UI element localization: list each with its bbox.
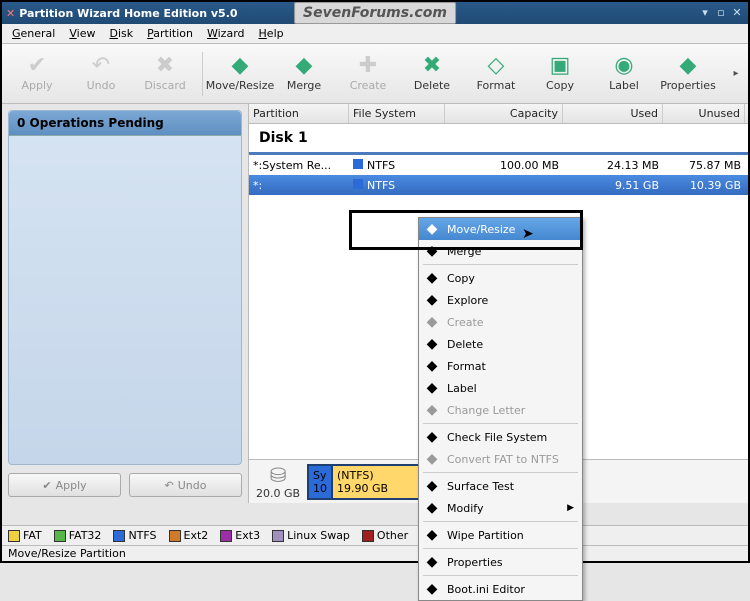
disk-size: 20.0 GB	[256, 487, 300, 500]
watermark: SevenForums.com	[294, 2, 456, 24]
toolbar-format-button[interactable]: ◇Format	[465, 48, 527, 100]
merge-icon: ◆	[296, 55, 313, 77]
menu-item-convert-fat-to-ntfs: ◆Convert FAT to NTFS	[419, 448, 582, 470]
legend-fat32: FAT32	[54, 529, 102, 542]
toolbar-apply-button: ✔Apply	[6, 48, 68, 100]
toolbar-merge-button[interactable]: ◆Merge	[273, 48, 335, 100]
toolbar-properties-button[interactable]: ◆Properties	[657, 48, 719, 100]
maximize-button[interactable]: ▫	[714, 6, 728, 20]
menu-icon: ◆	[423, 581, 441, 597]
menu-disk[interactable]: Disk	[103, 25, 139, 42]
menu-icon: ◆	[423, 402, 441, 418]
menu-item-label[interactable]: ◆Label	[419, 377, 582, 399]
col-partition[interactable]: Partition	[249, 104, 349, 123]
menu-icon: ◆	[423, 500, 441, 516]
menu-item-delete[interactable]: ◆Delete	[419, 333, 582, 355]
menu-icon: ◆	[423, 527, 441, 543]
col-filesystem[interactable]: File System	[349, 104, 445, 123]
format-icon: ◇	[488, 55, 505, 77]
operations-header: 0 Operations Pending	[9, 111, 241, 136]
menu-icon: ◆	[423, 358, 441, 374]
toolbar-create-button: ✚Create	[337, 48, 399, 100]
menu-help[interactable]: Help	[253, 25, 290, 42]
col-capacity[interactable]: Capacity	[445, 104, 563, 123]
disk-title: Disk 1	[249, 124, 748, 155]
menu-icon: ◆	[423, 243, 441, 259]
title-bar: ✕ Partition Wizard Home Edition v5.0 Sev…	[2, 2, 748, 24]
menu-icon: ◆	[423, 554, 441, 570]
legend: FATFAT32NTFSExt2Ext3Linux SwapOtherUsedU	[2, 525, 748, 545]
operations-pane: 0 Operations Pending ✔Apply ↶Undo	[2, 104, 248, 503]
undo-pending-button[interactable]: ↶Undo	[129, 473, 242, 497]
menu-general[interactable]: General	[6, 25, 61, 42]
menu-bar: General View Disk Partition Wizard Help	[2, 24, 748, 44]
menu-icon: ◆	[423, 451, 441, 467]
toolbar-overflow-button[interactable]: ▸	[728, 68, 744, 79]
status-bar: Move/Resize Partition	[2, 545, 748, 561]
delete-icon: ✖	[423, 55, 441, 77]
menu-icon: ◆	[423, 314, 441, 330]
menu-item-change-letter: ◆Change Letter	[419, 399, 582, 421]
menu-icon: ◆	[423, 429, 441, 445]
legend-other: Other	[362, 529, 408, 542]
undo-icon: ↶	[92, 55, 110, 77]
discard-icon: ✖	[156, 55, 174, 77]
col-used[interactable]: Used	[563, 104, 663, 123]
toolbar-move-resize-button[interactable]: ◆Move/Resize	[209, 48, 271, 100]
close-button[interactable]: ✕	[730, 6, 744, 20]
menu-icon: ◆	[423, 478, 441, 494]
undo-icon: ↶	[165, 479, 174, 492]
apply-icon: ✔	[28, 55, 46, 77]
close-icon[interactable]: ✕	[6, 7, 15, 20]
legend-linux-swap: Linux Swap	[272, 529, 350, 542]
menu-item-copy[interactable]: ◆Copy	[419, 267, 582, 289]
menu-icon: ◆	[423, 336, 441, 352]
check-icon: ✔	[42, 479, 51, 492]
properties-icon: ◆	[680, 55, 697, 77]
menu-icon: ◆	[423, 292, 441, 308]
legend-ext2: Ext2	[169, 529, 209, 542]
partition-row[interactable]: *: NTFS 9.51 GB 10.39 GB	[249, 175, 748, 195]
toolbar-undo-button: ↶Undo	[70, 48, 132, 100]
menu-item-boot-ini-editor[interactable]: ◆Boot.ini Editor	[419, 578, 582, 600]
menu-item-format[interactable]: ◆Format	[419, 355, 582, 377]
copy-icon: ▣	[550, 55, 571, 77]
col-unused[interactable]: Unused	[663, 104, 745, 123]
apply-pending-button[interactable]: ✔Apply	[8, 473, 121, 497]
disk-seg-system[interactable]: Sy10	[309, 466, 333, 498]
label-icon: ◉	[614, 55, 633, 77]
menu-item-merge[interactable]: ◆Merge	[419, 240, 582, 262]
create-icon: ✚	[359, 55, 377, 77]
legend-ntfs: NTFS	[113, 529, 156, 542]
window-title: Partition Wizard Home Edition v5.0	[19, 7, 237, 20]
menu-item-check-file-system[interactable]: ◆Check File System	[419, 426, 582, 448]
menu-item-explore[interactable]: ◆Explore	[419, 289, 582, 311]
menu-item-modify[interactable]: ◆Modify▶	[419, 497, 582, 519]
menu-item-wipe-partition[interactable]: ◆Wipe Partition	[419, 524, 582, 546]
toolbar-delete-button[interactable]: ✖Delete	[401, 48, 463, 100]
legend-ext3: Ext3	[220, 529, 260, 542]
legend-fat: FAT	[8, 529, 42, 542]
column-header: Partition File System Capacity Used Unus…	[249, 104, 748, 124]
toolbar-discard-button: ✖Discard	[134, 48, 196, 100]
menu-icon: ◆	[423, 221, 441, 237]
menu-wizard[interactable]: Wizard	[201, 25, 251, 42]
menu-item-surface-test[interactable]: ◆Surface Test	[419, 475, 582, 497]
menu-item-create: ◆Create	[419, 311, 582, 333]
move/resize-icon: ◆	[232, 55, 249, 77]
menu-item-properties[interactable]: ◆Properties	[419, 551, 582, 573]
menu-icon: ◆	[423, 270, 441, 286]
minimize-button[interactable]: ▾	[698, 6, 712, 20]
toolbar: ✔Apply↶Undo✖Discard◆Move/Resize◆Merge✚Cr…	[2, 44, 748, 104]
context-menu: ◆Move/Resize◆Merge ◆Copy◆Explore◆Create◆D…	[418, 217, 583, 601]
menu-partition[interactable]: Partition	[141, 25, 199, 42]
toolbar-copy-button[interactable]: ▣Copy	[529, 48, 591, 100]
menu-icon: ◆	[423, 380, 441, 396]
menu-item-move-resize[interactable]: ◆Move/Resize	[419, 218, 582, 240]
partition-row[interactable]: *:System Re... NTFS 100.00 MB 24.13 MB 7…	[249, 155, 748, 175]
toolbar-label-button[interactable]: ◉Label	[593, 48, 655, 100]
menu-view[interactable]: View	[63, 25, 101, 42]
operations-list	[9, 136, 241, 456]
disk-icon: ⛁	[270, 463, 287, 487]
